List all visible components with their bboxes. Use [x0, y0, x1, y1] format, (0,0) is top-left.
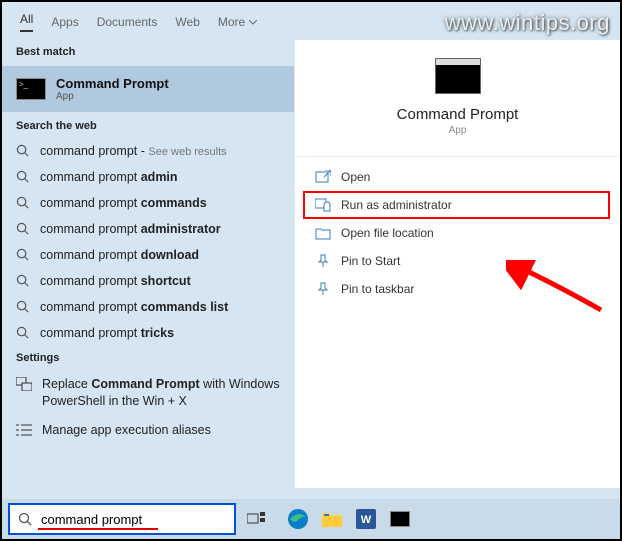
tab-more[interactable]: More: [218, 15, 257, 29]
settings-item[interactable]: Replace Command Prompt with Windows Powe…: [2, 370, 294, 416]
tab-all[interactable]: All: [20, 12, 33, 32]
action-open-file-location[interactable]: Open file location: [295, 219, 620, 247]
action-label: Open file location: [341, 226, 434, 240]
taskbar-cmd[interactable]: [384, 503, 416, 535]
chevron-down-icon: [249, 20, 257, 25]
search-icon: [16, 300, 30, 314]
web-result-text: command prompt admin: [40, 170, 178, 184]
pin-taskbar-icon: [315, 282, 331, 296]
annotation-arrow: [506, 260, 606, 320]
section-search-web: Search the web: [2, 114, 294, 138]
web-result-item[interactable]: command prompt download: [2, 242, 294, 268]
edge-icon: [287, 508, 309, 530]
action-label: Pin to taskbar: [341, 282, 414, 296]
search-icon: [18, 512, 33, 527]
search-icon: [16, 196, 30, 210]
preview-app-icon: [435, 58, 481, 94]
pin-start-icon: [315, 254, 331, 268]
preview-title: Command Prompt: [397, 106, 519, 123]
web-result-item[interactable]: command prompt admin: [2, 164, 294, 190]
web-result-item[interactable]: command prompt - See web results: [2, 138, 294, 164]
web-result-item[interactable]: command prompt commands list: [2, 294, 294, 320]
open-icon: [315, 170, 331, 184]
task-view-icon: [247, 512, 265, 526]
svg-text:W: W: [361, 514, 372, 526]
action-run-as-administrator[interactable]: Run as administrator: [303, 191, 610, 219]
annotation-underline: [38, 528, 158, 530]
web-result-text: command prompt administrator: [40, 222, 221, 236]
tab-web[interactable]: Web: [175, 15, 199, 29]
web-result-item[interactable]: command prompt tricks: [2, 320, 294, 346]
web-result-text: command prompt commands list: [40, 300, 228, 314]
search-icon: [16, 144, 30, 158]
watermark-text: www.wintips.org: [445, 10, 610, 36]
web-result-item[interactable]: command prompt commands: [2, 190, 294, 216]
action-open[interactable]: Open: [295, 163, 620, 191]
search-icon: [16, 248, 30, 262]
action-label: Open: [341, 170, 370, 184]
search-icon: [16, 274, 30, 288]
taskbar-edge[interactable]: [282, 503, 314, 535]
web-result-text: command prompt commands: [40, 196, 207, 210]
web-result-text: command prompt tricks: [40, 326, 174, 340]
tab-apps[interactable]: Apps: [51, 15, 78, 29]
action-label: Pin to Start: [341, 254, 400, 268]
web-result-text: command prompt shortcut: [40, 274, 191, 288]
folder-icon: [321, 510, 343, 528]
command-prompt-icon: [16, 78, 46, 100]
web-result-text: command prompt - See web results: [40, 144, 227, 158]
preview-panel: Command Prompt App Open Run as administra…: [294, 40, 620, 488]
section-settings: Settings: [2, 346, 294, 370]
taskbar-word[interactable]: W: [350, 503, 382, 535]
search-icon: [16, 170, 30, 184]
section-best-match: Best match: [2, 40, 294, 64]
search-input[interactable]: [41, 512, 226, 527]
folder-icon: [315, 226, 331, 240]
tab-documents[interactable]: Documents: [97, 15, 158, 29]
word-icon: W: [356, 509, 376, 529]
best-match-title: Command Prompt: [56, 76, 169, 91]
search-icon: [16, 326, 30, 340]
best-match-item[interactable]: Command Prompt App: [2, 66, 294, 112]
taskbar-explorer[interactable]: [316, 503, 348, 535]
settings-item-text: Manage app execution aliases: [42, 422, 211, 439]
web-result-item[interactable]: command prompt administrator: [2, 216, 294, 242]
web-result-item[interactable]: command prompt shortcut: [2, 268, 294, 294]
settings-item[interactable]: Manage app execution aliases: [2, 416, 294, 445]
cmd-icon: [390, 511, 410, 527]
admin-icon: [315, 198, 331, 212]
search-box[interactable]: [8, 503, 236, 535]
list-icon: [16, 422, 32, 438]
settings-item-text: Replace Command Prompt with Windows Powe…: [42, 376, 280, 410]
tab-more-label: More: [218, 15, 245, 29]
swap-icon: [16, 376, 32, 392]
action-label: Run as administrator: [341, 198, 452, 212]
taskbar: W: [2, 499, 620, 539]
best-match-subtitle: App: [56, 91, 169, 102]
web-result-text: command prompt download: [40, 248, 199, 262]
task-view-button[interactable]: [240, 503, 272, 535]
search-icon: [16, 222, 30, 236]
preview-subtitle: App: [449, 125, 467, 136]
results-panel: Best match Command Prompt App Search the…: [2, 40, 294, 488]
